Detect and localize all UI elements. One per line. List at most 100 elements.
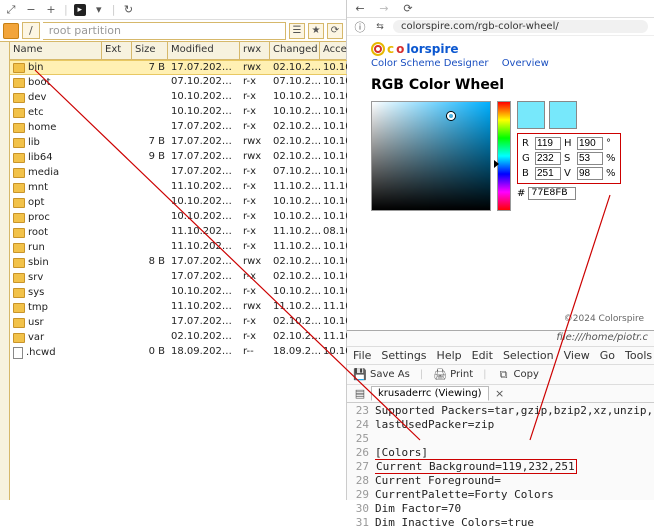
hex-row: # [517,187,621,200]
file-row-tmp[interactable]: tmp11.10.202…rwx11.10.2…11.10.2… [10,300,346,315]
folder-icon [13,303,25,313]
input-v[interactable] [577,167,603,180]
page-title: RGB Color Wheel [371,77,644,93]
nav-link-designer[interactable]: Color Scheme Designer [371,58,489,69]
menu-view[interactable]: View [564,349,590,362]
hue-pointer-icon[interactable] [494,160,499,168]
copy-button[interactable]: ⧉Copy [497,368,539,382]
nav-link-overview[interactable]: Overview [502,58,549,69]
input-h[interactable] [577,137,603,150]
menu-settings[interactable]: Settings [381,349,426,362]
back-icon[interactable]: ← [353,2,367,16]
reload-icon[interactable]: ⟳ [401,2,415,16]
editor-toolbar: 💾Save As | 🖨Print | ⧉Copy [347,365,654,385]
menu-edit[interactable]: Edit [472,349,493,362]
terminal-icon[interactable]: ▸ [74,4,86,16]
swatch-current[interactable] [517,101,545,129]
editor-panel: file:///home/piotr.c FileSettingsHelpEdi… [347,330,654,500]
site-info-icon[interactable]: ⓘ [353,20,367,34]
file-row-run[interactable]: run11.10.202…r-x11.10.2…10.10.2… [10,240,346,255]
folder-icon [13,273,25,283]
file-row-dev[interactable]: dev10.10.202…r-x10.10.2…10.10.2… [10,90,346,105]
file-row-sbin[interactable]: sbin8 B17.07.202…rwx02.10.2…10.10.2… [10,255,346,270]
unit-deg: ° [606,138,616,149]
copy-icon: ⧉ [497,368,511,382]
file-row-lib[interactable]: lib7 B17.07.202…rwx02.10.2…10.10.2… [10,135,346,150]
label-b: B [522,168,532,179]
site-logo[interactable]: colorspire [371,42,644,56]
col-changed[interactable]: Changed [270,42,320,59]
editor-menu-bar: File Settings Help Edit Selection View Go Tools… [347,347,654,365]
file-name: sbin [28,257,49,268]
file-row-opt[interactable]: opt10.10.202…r-x10.10.2…10.10.2… [10,195,346,210]
file-row-mnt[interactable]: mnt11.10.202…r-x11.10.2…11.10.2… [10,180,346,195]
menu-tools[interactable]: Tools [625,349,652,362]
folder-icon [13,288,25,298]
dropdown-icon[interactable]: ▾ [92,3,106,17]
file-row-root[interactable]: root11.10.202…r-x11.10.2…08.10.2… [10,225,346,240]
col-name[interactable]: Name [10,42,102,59]
breadcrumb-root[interactable]: / [22,22,40,39]
zoom-out-icon[interactable]: − [24,3,38,17]
input-r[interactable] [535,137,561,150]
history-icon[interactable]: ⟳ [327,23,343,39]
file-name: sys [28,287,44,298]
editor-tab[interactable]: krusaderrc (Viewing) [371,386,489,401]
file-row-proc[interactable]: proc10.10.202…r-x10.10.2…10.10.2… [10,210,346,225]
input-g[interactable] [535,152,561,165]
unit-pct: % [606,153,616,164]
bookmark-icon[interactable]: ★ [308,23,324,39]
zoom-reset-icon[interactable]: ⤢ [4,3,18,17]
file-name: root [28,227,48,238]
input-b[interactable] [535,167,561,180]
print-button[interactable]: 🖨Print [433,368,473,382]
file-name: lib [28,137,40,148]
zoom-in-icon[interactable]: + [44,3,58,17]
url-field[interactable]: colorspire.com/rgb-color-wheel/ [393,20,648,33]
file-row-usr[interactable]: usr17.07.202…r-x02.10.2…10.10.2… [10,315,346,330]
file-row-media[interactable]: media17.07.202…r-x07.10.2…10.10.2… [10,165,346,180]
menu-help[interactable]: Help [437,349,462,362]
code-area[interactable]: Supported Packers=tar,gzip,bzip2,xz,unzi… [375,403,654,530]
disk-icon[interactable] [3,23,19,39]
sv-cursor-icon[interactable] [447,112,455,120]
breadcrumb-partition[interactable]: root partition [43,22,286,40]
file-manager-panel: ⤢ − + | ▸ ▾ | ↻ / root partition ☰ ★ ⟳ N… [0,0,347,500]
tree-toggle-icon[interactable]: ☰ [289,23,305,39]
file-row-var[interactable]: var02.10.202…r-x02.10.2…11.10.2… [10,330,346,345]
col-ext[interactable]: Ext [102,42,132,59]
col-size[interactable]: Size [132,42,168,59]
file-row-bin[interactable]: bin7 B17.07.202…rwx02.10.2…10.10.2… [10,60,346,75]
lock-icon[interactable]: ⇆ [373,20,387,34]
col-rwx[interactable]: rwx [240,42,270,59]
rgb-hsv-inputs: RH° GS% BV% [517,133,621,184]
swatch-previous[interactable] [549,101,577,129]
input-hex[interactable] [528,187,576,200]
close-tab-icon[interactable]: × [493,387,507,401]
menu-go[interactable]: Go [600,349,615,362]
file-row-etc[interactable]: etc10.10.202…r-x10.10.2…10.10.2… [10,105,346,120]
label-hash: # [517,188,525,199]
menu-file[interactable]: File [353,349,371,362]
forward-icon[interactable]: → [377,2,391,16]
folder-icon [13,78,25,88]
file-name: var [28,332,44,343]
file-row-srv[interactable]: srv17.07.202…r-x02.10.2…10.10.2… [10,270,346,285]
file-row-boot[interactable]: boot07.10.202…r-x07.10.2…10.10.2… [10,75,346,90]
printer-icon: 🖨 [433,368,447,382]
file-row-.hcwd[interactable]: .hcwd0 B18.09.202…r--18.09.2…10.10.2… [10,345,346,360]
fm-tab-gutter[interactable] [0,42,10,500]
file-row-sys[interactable]: sys10.10.202…r-x10.10.2…10.10.2… [10,285,346,300]
site-nav: Color Scheme Designer Overview [371,58,644,69]
saturation-value-picker[interactable] [371,101,491,211]
col-modified[interactable]: Modified [168,42,240,59]
label-s: S [564,153,574,164]
refresh-icon[interactable]: ↻ [121,3,135,17]
file-row-home[interactable]: home17.07.202…r-x02.10.2…10.10.2… [10,120,346,135]
file-row-lib64[interactable]: lib649 B17.07.202…rwx02.10.2…10.10.2… [10,150,346,165]
hue-slider[interactable] [497,101,511,211]
input-s[interactable] [577,152,603,165]
menu-selection[interactable]: Selection [503,349,554,362]
save-as-button[interactable]: 💾Save As [353,368,410,382]
file-name: mnt [28,182,48,193]
